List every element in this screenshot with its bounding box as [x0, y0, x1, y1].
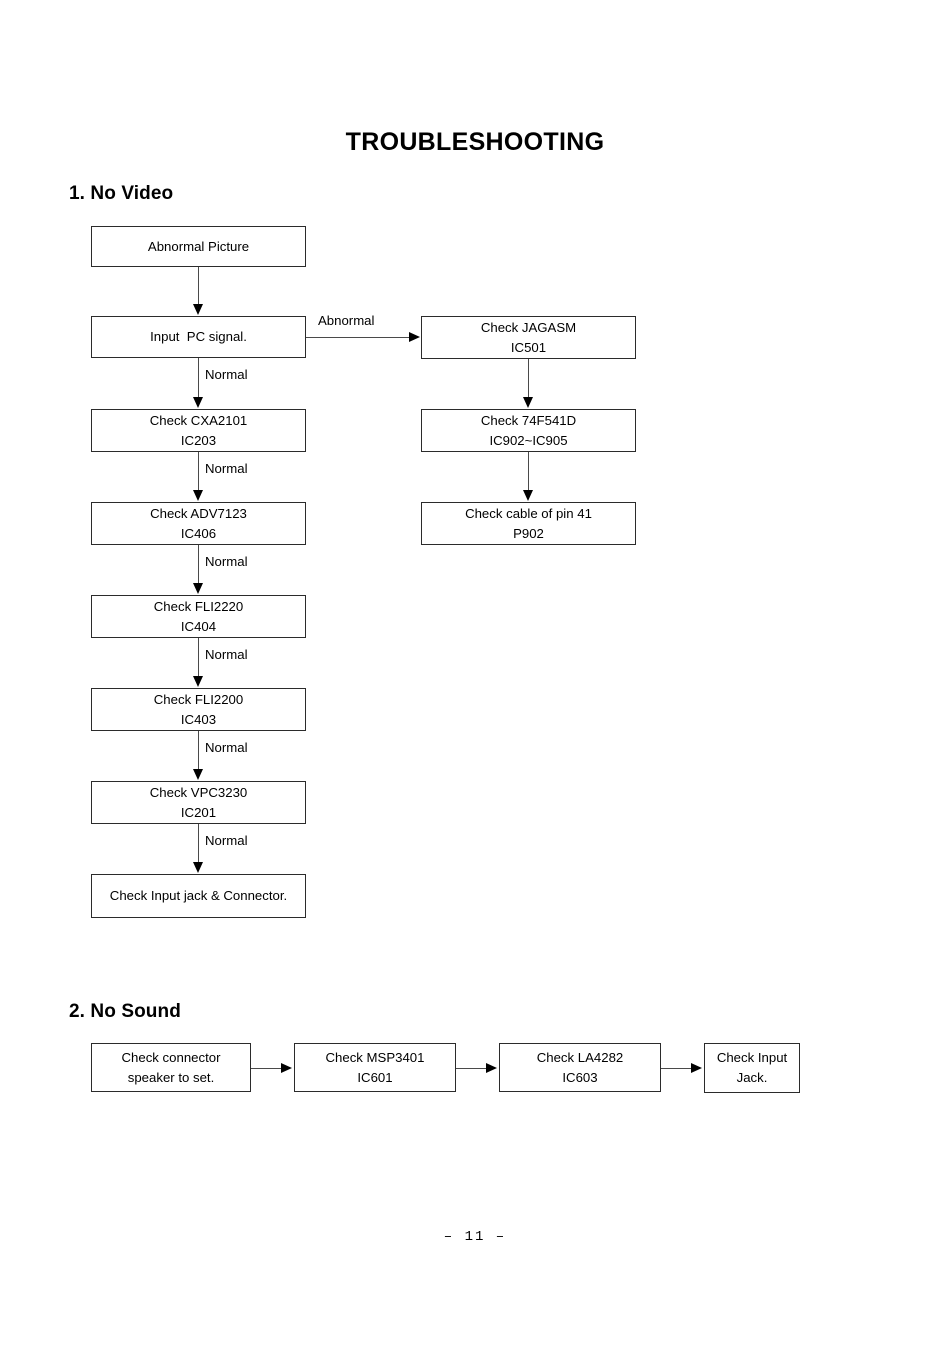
flow-box-line2: IC603 [562, 1069, 598, 1085]
flow-box-line1: Input PC signal. [150, 329, 247, 344]
flow-box-line1: Check cable of pin 41 [465, 505, 592, 521]
connector-line [198, 638, 199, 677]
section-heading-no-sound: 2. No Sound [69, 1001, 181, 1022]
flow-box-line2: IC601 [357, 1069, 393, 1085]
flow-box-line1: Check MSP3401 [325, 1049, 425, 1065]
connector-line [198, 731, 199, 770]
connector-arrow-down-icon [523, 490, 533, 501]
connector-line [251, 1068, 283, 1069]
connector-arrow-down-icon [193, 490, 203, 501]
connector-arrow-down-icon [193, 583, 203, 594]
connector-arrow-down-icon [193, 304, 203, 315]
edge-label-normal-3: Normal [205, 554, 248, 569]
connector-arrow-down-icon [523, 397, 533, 408]
section-heading-no-video: 1. No Video [69, 183, 174, 204]
flow-box-line2: speaker to set. [127, 1069, 215, 1085]
flow-box-line2: IC201 [180, 804, 217, 820]
flow-box-check-fli2220: Check FLI2220 IC404 [91, 595, 306, 638]
page-number: – 11 – [443, 1229, 507, 1245]
connector-arrow-right-icon [409, 332, 420, 342]
connector-arrow-right-icon [486, 1063, 497, 1073]
flow-box-check-74f541d: Check 74F541D IC902~IC905 [421, 409, 636, 452]
flow-box-line1: Check ADV7123 [150, 505, 247, 521]
connector-arrow-right-icon [691, 1063, 702, 1073]
flow-box-check-adv7123: Check ADV7123 IC406 [91, 502, 306, 545]
flow-box-line2: IC902~IC905 [489, 432, 568, 448]
connector-line [198, 824, 199, 863]
flow-box-check-cable-pin41: Check cable of pin 41 P902 [421, 502, 636, 545]
connector-line [456, 1068, 488, 1069]
connector-arrow-down-icon [193, 397, 203, 408]
connector-line [528, 452, 529, 491]
flow-box-check-fli2200: Check FLI2200 IC403 [91, 688, 306, 731]
flow-box-line2: IC406 [180, 525, 217, 541]
edge-label-normal-5: Normal [205, 740, 248, 755]
flow-box-check-la4282: Check LA4282 IC603 [499, 1043, 661, 1092]
edge-label-normal-4: Normal [205, 647, 248, 662]
flow-box-line1: Check connector [121, 1049, 221, 1065]
flow-box-line1: Check CXA2101 [149, 412, 248, 428]
flow-box-check-input-jack-connector: Check Input jack & Connector. [91, 874, 306, 918]
connector-arrow-down-icon [193, 676, 203, 687]
flow-box-line1: Check FLI2200 [153, 691, 244, 707]
flow-box-line2: Jack. [736, 1070, 768, 1085]
flow-box-line1: Check LA4282 [536, 1049, 624, 1065]
flow-box-abnormal-picture: Abnormal Picture [91, 226, 306, 267]
flow-box-line1: Abnormal Picture [147, 238, 250, 254]
flow-box-line1: Check Input jack & Connector. [109, 888, 288, 903]
flow-box-check-connector-speaker: Check connector speaker to set. [91, 1043, 251, 1092]
flow-box-check-msp3401: Check MSP3401 IC601 [294, 1043, 456, 1092]
connector-line [661, 1068, 693, 1069]
connector-line [198, 452, 199, 491]
connector-line [198, 358, 199, 398]
edge-label-normal-6: Normal [205, 833, 248, 848]
flow-box-check-cxa2101: Check CXA2101 IC203 [91, 409, 306, 452]
flow-box-line1: Check JAGASM [480, 319, 577, 335]
flow-box-line1: Check FLI2220 [153, 598, 244, 614]
flow-box-check-vpc3230: Check VPC3230 IC201 [91, 781, 306, 824]
flow-box-line1: Check VPC3230 [149, 784, 248, 800]
flow-box-input-pc-signal: Input PC signal. [91, 316, 306, 358]
connector-line [306, 337, 411, 338]
flow-box-line2: IC403 [180, 711, 217, 727]
flow-box-line2: IC404 [180, 618, 217, 634]
connector-arrow-down-icon [193, 862, 203, 873]
connector-line [198, 545, 199, 584]
flow-box-line1: Check 74F541D [480, 412, 577, 428]
connector-line [198, 267, 199, 305]
edge-label-normal-1: Normal [205, 367, 248, 382]
flow-box-line1: Check Input [716, 1050, 788, 1065]
flow-box-line2: IC203 [180, 432, 217, 448]
flow-box-check-jagasm: Check JAGASM IC501 [421, 316, 636, 359]
document-page: TROUBLESHOOTING 1. No Video Abnormal Pic… [0, 0, 950, 1345]
edge-label-normal-2: Normal [205, 461, 248, 476]
flow-box-line2: P902 [513, 525, 544, 541]
flow-box-check-input-jack: Check Input Jack. [704, 1043, 800, 1093]
connector-arrow-down-icon [193, 769, 203, 780]
connector-arrow-right-icon [281, 1063, 292, 1073]
edge-label-abnormal: Abnormal [318, 313, 375, 328]
page-title: TROUBLESHOOTING [345, 128, 605, 156]
flow-box-line2: IC501 [510, 339, 547, 355]
connector-line [528, 359, 529, 398]
